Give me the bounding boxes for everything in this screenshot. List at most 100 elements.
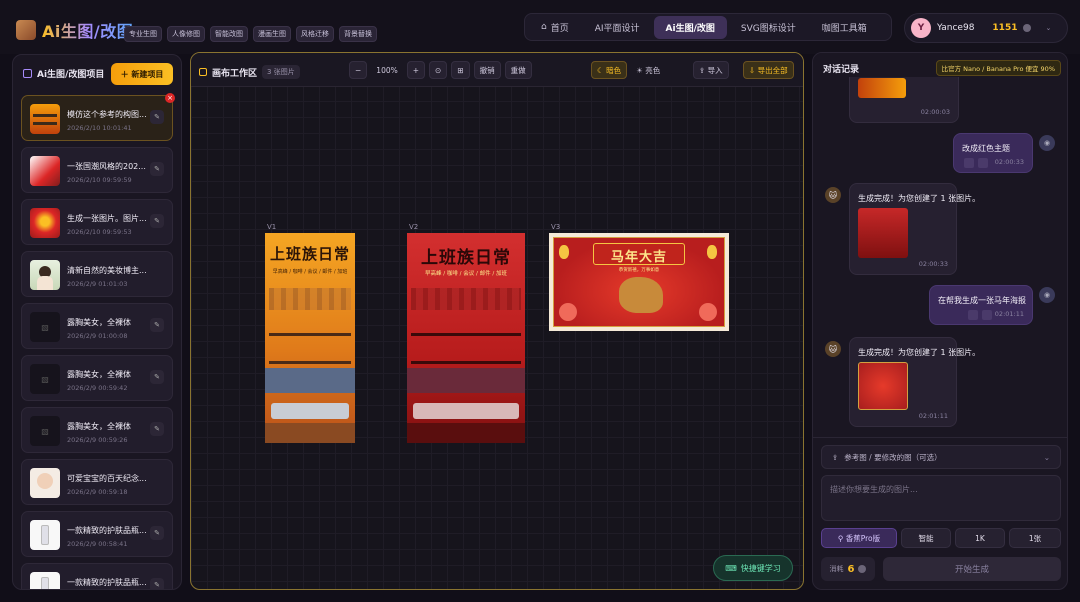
- project-thumbnail: [30, 572, 60, 589]
- message-time: 02:00:33: [994, 158, 1024, 166]
- message-image[interactable]: [858, 78, 906, 98]
- edit-icon[interactable]: ✎: [150, 422, 164, 436]
- canvas-title: 画布工作区 3 张图片: [199, 65, 300, 79]
- message-text: 改成红色主题: [962, 144, 1010, 153]
- project-thumbnail: ▧: [30, 416, 60, 446]
- feature-chips: 专业生图 人像修图 智能改图 漫画生图 风格迁移 背景替换: [124, 26, 377, 42]
- chat-title: 对话记录: [823, 65, 860, 75]
- logo[interactable]: Ai生图/改图: [16, 18, 133, 42]
- placeholder-image-icon: ▧: [41, 426, 49, 436]
- message-time: 02:00:33: [918, 260, 948, 268]
- edit-icon[interactable]: ✎: [150, 318, 164, 332]
- dark-mode-button[interactable]: ☾ 暗色: [591, 61, 628, 79]
- retry-icon[interactable]: [978, 158, 988, 168]
- user-menu[interactable]: Y Yance98 1151 ⌄: [904, 13, 1068, 43]
- zoom-out-button[interactable]: −: [349, 61, 368, 79]
- message-image[interactable]: [858, 208, 908, 258]
- generated-image-v2[interactable]: 上班族日常 早高峰 / 咖啡 / 会议 / 邮件 / 加班: [407, 233, 525, 443]
- nav-ai-image[interactable]: Ai生图/改图: [653, 15, 727, 39]
- edit-icon[interactable]: ✎: [150, 214, 164, 228]
- avatar: Y: [911, 18, 931, 38]
- project-item[interactable]: 一款精致的护肤品瓶... 2026/2/9 00:58:41 ✎: [21, 511, 173, 557]
- project-thumbnail: [30, 468, 60, 498]
- project-panel: Ai生图/改图项目 ＋ 新建项目 模仿这个参考的构图... 2026/2/10 …: [12, 54, 182, 590]
- nav-label: 首页: [550, 23, 569, 34]
- export-controls: ⇩ 导出全部: [743, 60, 794, 80]
- message-image[interactable]: [858, 362, 908, 410]
- undo-button[interactable]: 撤销: [473, 61, 501, 79]
- project-item[interactable]: ▧ 露胸美女，全裸体 2026/2/9 01:00:08 ✎: [21, 303, 173, 349]
- coin-icon: [1023, 24, 1032, 32]
- delete-icon[interactable]: ×: [165, 93, 175, 103]
- bot-message: 生成完成！为您创建了 1 张图片。 02:00:33: [849, 183, 980, 275]
- retry-icon[interactable]: [982, 310, 992, 320]
- prompt-input[interactable]: 描述你想要生成的图片...: [821, 475, 1061, 521]
- edit-icon[interactable]: ✎: [150, 526, 164, 540]
- nav-svg-icon[interactable]: SVG图标设计: [729, 16, 808, 39]
- mode-select[interactable]: 智能: [901, 528, 951, 548]
- grid-icon[interactable]: ⊞: [451, 61, 470, 79]
- nav-label: AI平面设计: [594, 23, 640, 34]
- cost-indicator: 消耗 6: [821, 557, 875, 581]
- redo-button[interactable]: 重做: [504, 61, 532, 79]
- project-item[interactable]: 一张国潮风格的202... 2026/2/10 09:59:59 ✎: [21, 147, 173, 193]
- quantity-select[interactable]: 1张: [1009, 528, 1061, 548]
- copy-icon[interactable]: [968, 310, 978, 320]
- image-count-badge: 3 张图片: [262, 65, 300, 79]
- canvas-workspace[interactable]: 画布工作区 3 张图片 − 100% + ⊙ ⊞ 撤销 重做 ☾ 暗色 ☀ 亮色…: [190, 52, 804, 590]
- horse-illustration: [619, 277, 663, 313]
- import-button[interactable]: ⇪ 导入: [693, 61, 729, 79]
- keyboard-icon: ⌨: [725, 563, 737, 573]
- project-item[interactable]: 生成一张图片。图片... 2026/2/10 09:59:53 ✎: [21, 199, 173, 245]
- export-label: 导出全部: [757, 65, 788, 75]
- project-item[interactable]: 清新自然的美妆博主... 2026/2/9 01:01:03: [21, 251, 173, 297]
- username: Yance98: [937, 23, 975, 33]
- generated-image-v3[interactable]: 马年大吉 恭贺新禧，万事如意: [549, 233, 729, 331]
- export-all-button[interactable]: ⇩ 导出全部: [743, 61, 794, 79]
- chevron-down-icon: ⌄: [1045, 24, 1052, 32]
- feature-chip: 漫画生图: [253, 26, 291, 42]
- bot-avatar-icon: 🐱: [825, 341, 841, 357]
- edit-icon[interactable]: ✎: [150, 162, 164, 176]
- zoom-in-button[interactable]: +: [406, 61, 426, 79]
- message-text: 生成完成！为您创建了 1 张图片。: [858, 194, 981, 203]
- fit-screen-icon[interactable]: ⊙: [429, 61, 448, 79]
- nav-label: Ai生图/改图: [665, 23, 715, 34]
- project-item[interactable]: 一款精致的护肤品瓶... ✎: [21, 563, 173, 589]
- reference-image-upload[interactable]: ⇪ 参考图 / 要修改的图（可选） ⌄: [821, 445, 1061, 469]
- poster-title: 上班族日常: [269, 245, 350, 263]
- project-item[interactable]: ▧ 露胸美女，全裸体 2026/2/9 00:59:42 ✎: [21, 355, 173, 401]
- edit-icon[interactable]: ✎: [150, 578, 164, 589]
- zoom-controls: − 100% + ⊙ ⊞ 撤销 重做: [349, 60, 532, 80]
- generated-image-v1[interactable]: 上班族日常 早高峰 / 咖啡 / 会议 / 邮件 / 加班: [265, 233, 355, 443]
- cat-logo-icon: [16, 20, 36, 40]
- nav-toolbox[interactable]: 咖图工具箱: [810, 16, 879, 39]
- poster-subtitle: 早高峰 / 咖啡 / 会议 / 邮件 / 加班: [272, 269, 348, 275]
- project-date: 2026/2/10 09:59:53: [67, 228, 132, 236]
- project-item[interactable]: 模仿这个参考的构图... 2026/2/10 10:01:41 ✎ ×: [21, 93, 175, 141]
- generate-button[interactable]: 开始生成: [883, 557, 1061, 581]
- message-text: 在帮我生成一张马年海报: [938, 296, 1026, 305]
- nav-home[interactable]: ⌂ 首页: [529, 16, 581, 39]
- feature-chip: 智能改图: [210, 26, 248, 42]
- edit-icon[interactable]: ✎: [150, 370, 164, 384]
- resolution-select[interactable]: 1K: [955, 528, 1005, 548]
- shortcut-learn-button[interactable]: ⌨ 快捷键学习: [713, 555, 793, 581]
- light-mode-button[interactable]: ☀ 亮色: [631, 61, 665, 79]
- option-label: 香蕉Pro版: [845, 533, 881, 543]
- copy-icon[interactable]: [964, 158, 974, 168]
- panel-title-text: Ai生图/改图项目: [37, 70, 105, 80]
- new-project-button[interactable]: ＋ 新建项目: [111, 63, 173, 85]
- image-icon: [23, 69, 32, 78]
- light-label: 亮色: [645, 65, 661, 75]
- project-item[interactable]: 可爱宝宝的百天纪念... 2026/2/9 00:59:18: [21, 459, 173, 505]
- cost-label: 消耗: [829, 565, 844, 573]
- message-time: 02:00:03: [920, 108, 950, 116]
- message-time: 02:01:11: [918, 412, 948, 420]
- project-title: 一张国潮风格的202...: [67, 162, 146, 171]
- model-select[interactable]: ⚲ 香蕉Pro版: [821, 528, 897, 548]
- project-item[interactable]: ▧ 露胸美女，全裸体 2026/2/9 00:59:26 ✎: [21, 407, 173, 453]
- edit-icon[interactable]: ✎: [150, 110, 164, 124]
- project-thumbnail: [30, 104, 60, 134]
- nav-ai-design[interactable]: AI平面设计: [583, 16, 652, 39]
